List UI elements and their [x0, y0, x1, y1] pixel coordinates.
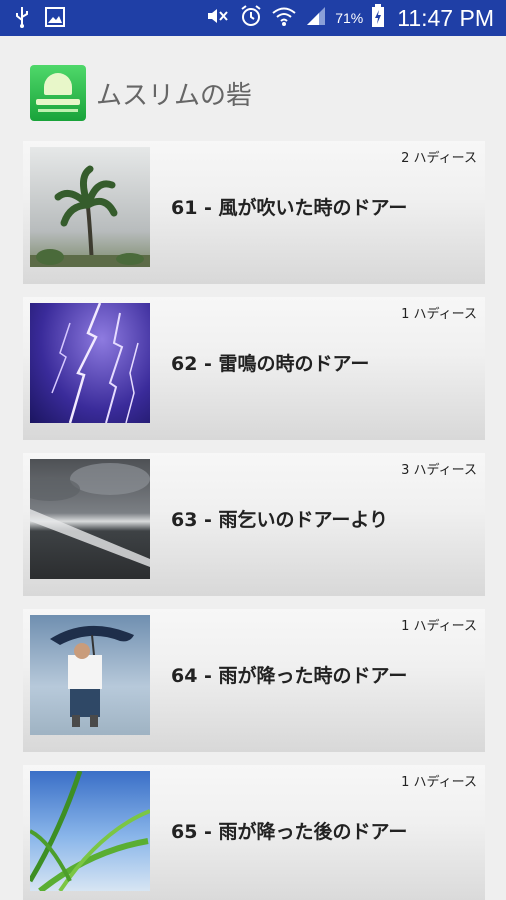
- usb-icon: [14, 6, 30, 33]
- thumbnail-image: [30, 615, 150, 735]
- list-item[interactable]: 1 ハディース 64 - 雨が降った時のドアー: [23, 609, 485, 752]
- hadith-count: 2 ハディース: [401, 151, 477, 166]
- item-title: 61 - 風が吹いた時のドアー: [171, 197, 408, 219]
- hadith-count: 1 ハディース: [401, 619, 477, 634]
- thumbnail-image: [30, 771, 150, 891]
- battery-charging-icon: [371, 3, 385, 33]
- status-bar: 71% 11:47 PM: [0, 0, 506, 36]
- item-title: 64 - 雨が降った時のドアー: [171, 665, 408, 687]
- item-title: 63 - 雨乞いのドアーより: [171, 509, 389, 531]
- alarm-icon: [239, 4, 263, 33]
- signal-icon: [305, 5, 327, 32]
- list-item[interactable]: 3 ハディース 63 - 雨乞いのドアーより: [23, 453, 485, 596]
- app-logo: [30, 65, 86, 121]
- app-header: ムスリムの砦: [30, 64, 252, 122]
- thumbnail-image: [30, 147, 150, 267]
- list-item[interactable]: 2 ハディース 61 - 風が吹いた時のドアー: [23, 141, 485, 284]
- mute-icon: [205, 5, 231, 32]
- clock-time: 11:47 PM: [397, 4, 494, 31]
- item-title: 65 - 雨が降った後のドアー: [171, 821, 408, 843]
- thumbnail-image: [30, 303, 150, 423]
- list-item[interactable]: 1 ハディース 65 - 雨が降った後のドアー: [23, 765, 485, 900]
- item-title: 62 - 雷鳴の時のドアー: [171, 353, 370, 375]
- thumbnail-image: [30, 459, 150, 579]
- hadith-count: 1 ハディース: [401, 775, 477, 790]
- app-title: ムスリムの砦: [96, 80, 253, 111]
- list-item[interactable]: 1 ハディース 62 - 雷鳴の時のドアー: [23, 297, 485, 440]
- hadith-count: 1 ハディース: [401, 307, 477, 322]
- chapter-list: 2 ハディース 61 - 風が吹いた時のドアー 1 ハディース 62 - 雷鳴の…: [23, 141, 485, 900]
- hadith-count: 3 ハディース: [401, 463, 477, 478]
- battery-percent: 71%: [335, 10, 364, 26]
- image-icon: [44, 6, 66, 33]
- wifi-icon: [271, 5, 297, 32]
